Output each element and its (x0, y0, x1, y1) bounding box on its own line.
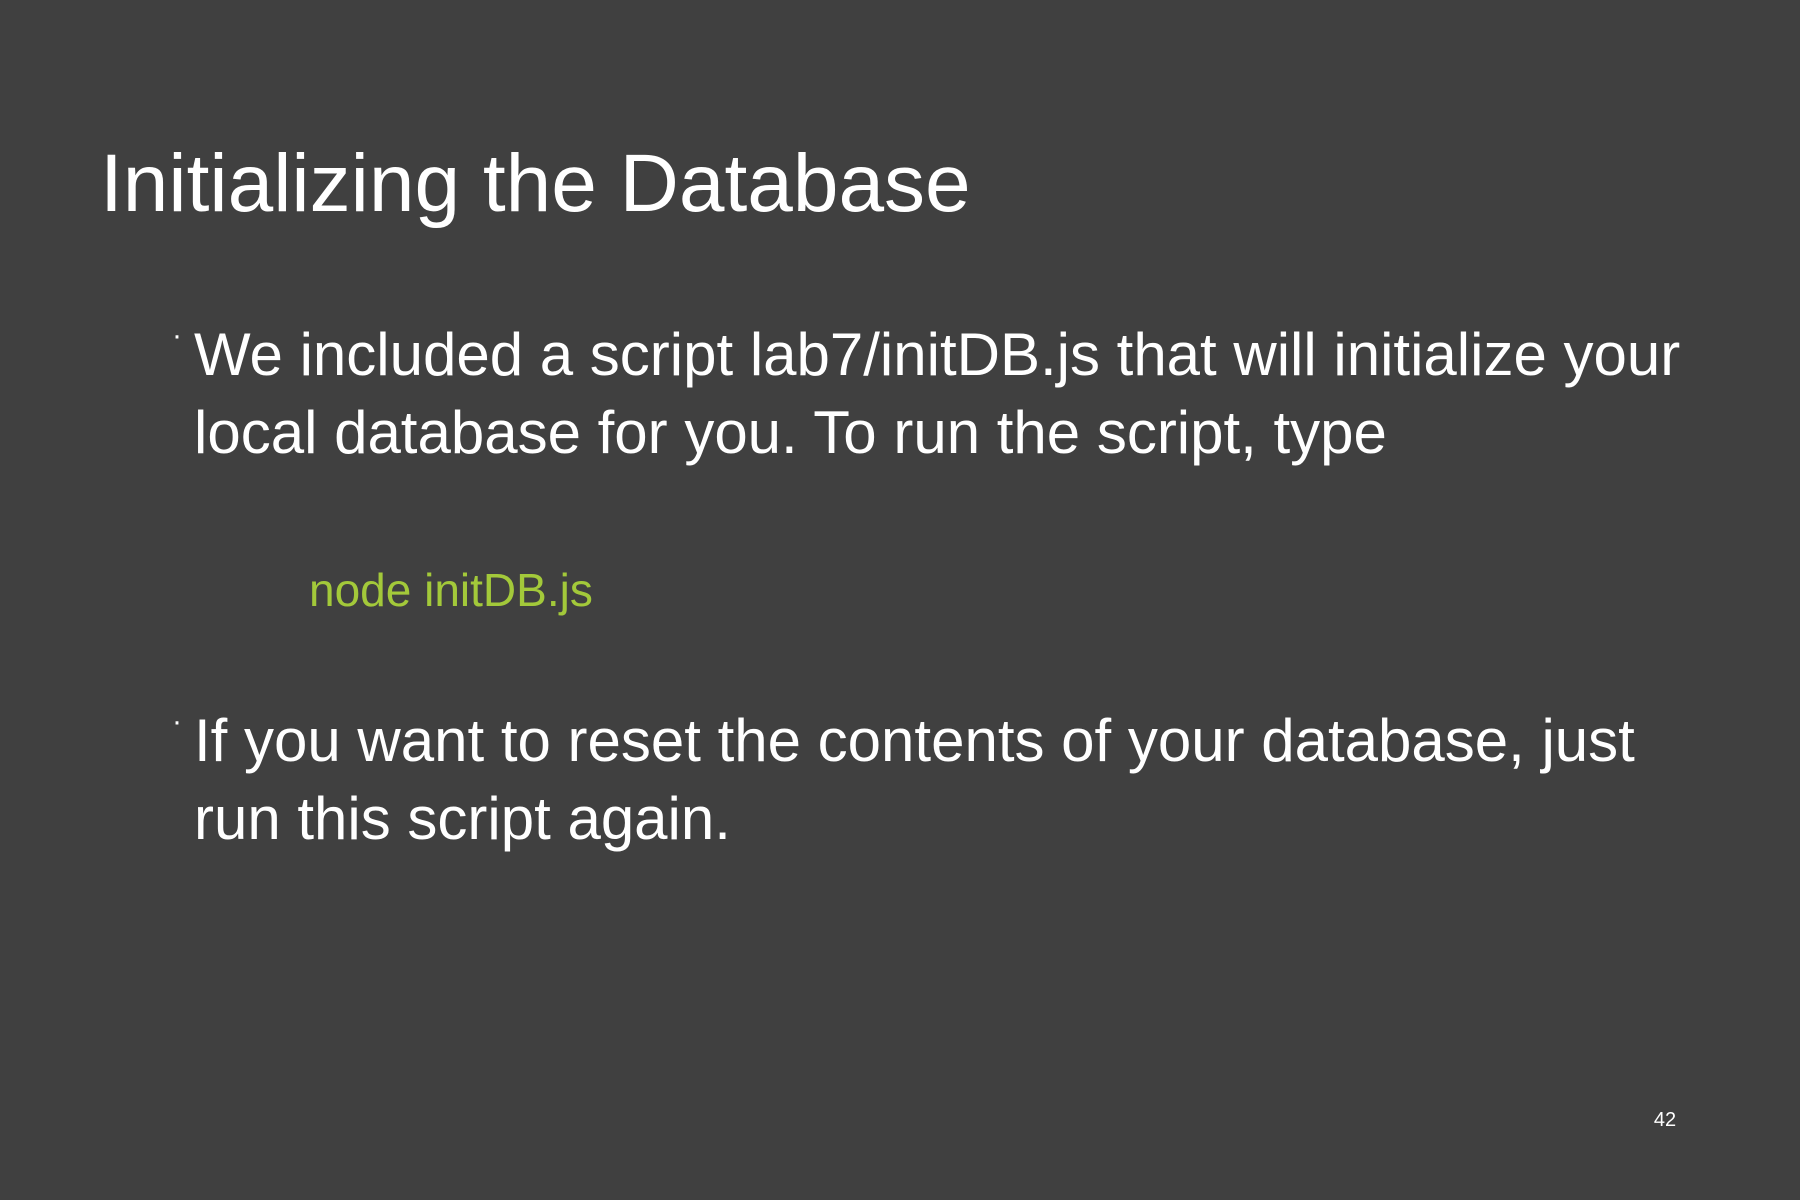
slide-title: Initializing the Database (100, 138, 971, 229)
bullet-item: · If you want to reset the contents of y… (172, 702, 1732, 858)
code-snippet: node initDB.js (309, 564, 593, 616)
bullet-marker: · (172, 705, 182, 738)
bullet-text: If you want to reset the contents of you… (194, 707, 1635, 852)
bullet-text: We included a script lab7/initDB.js that… (194, 321, 1681, 466)
bullet-item: · We included a script lab7/initDB.js th… (172, 316, 1732, 472)
bullet-marker: · (172, 319, 182, 352)
page-number: 42 (1653, 1109, 1677, 1131)
slide: Initializing the Database · We included … (0, 0, 1800, 1200)
